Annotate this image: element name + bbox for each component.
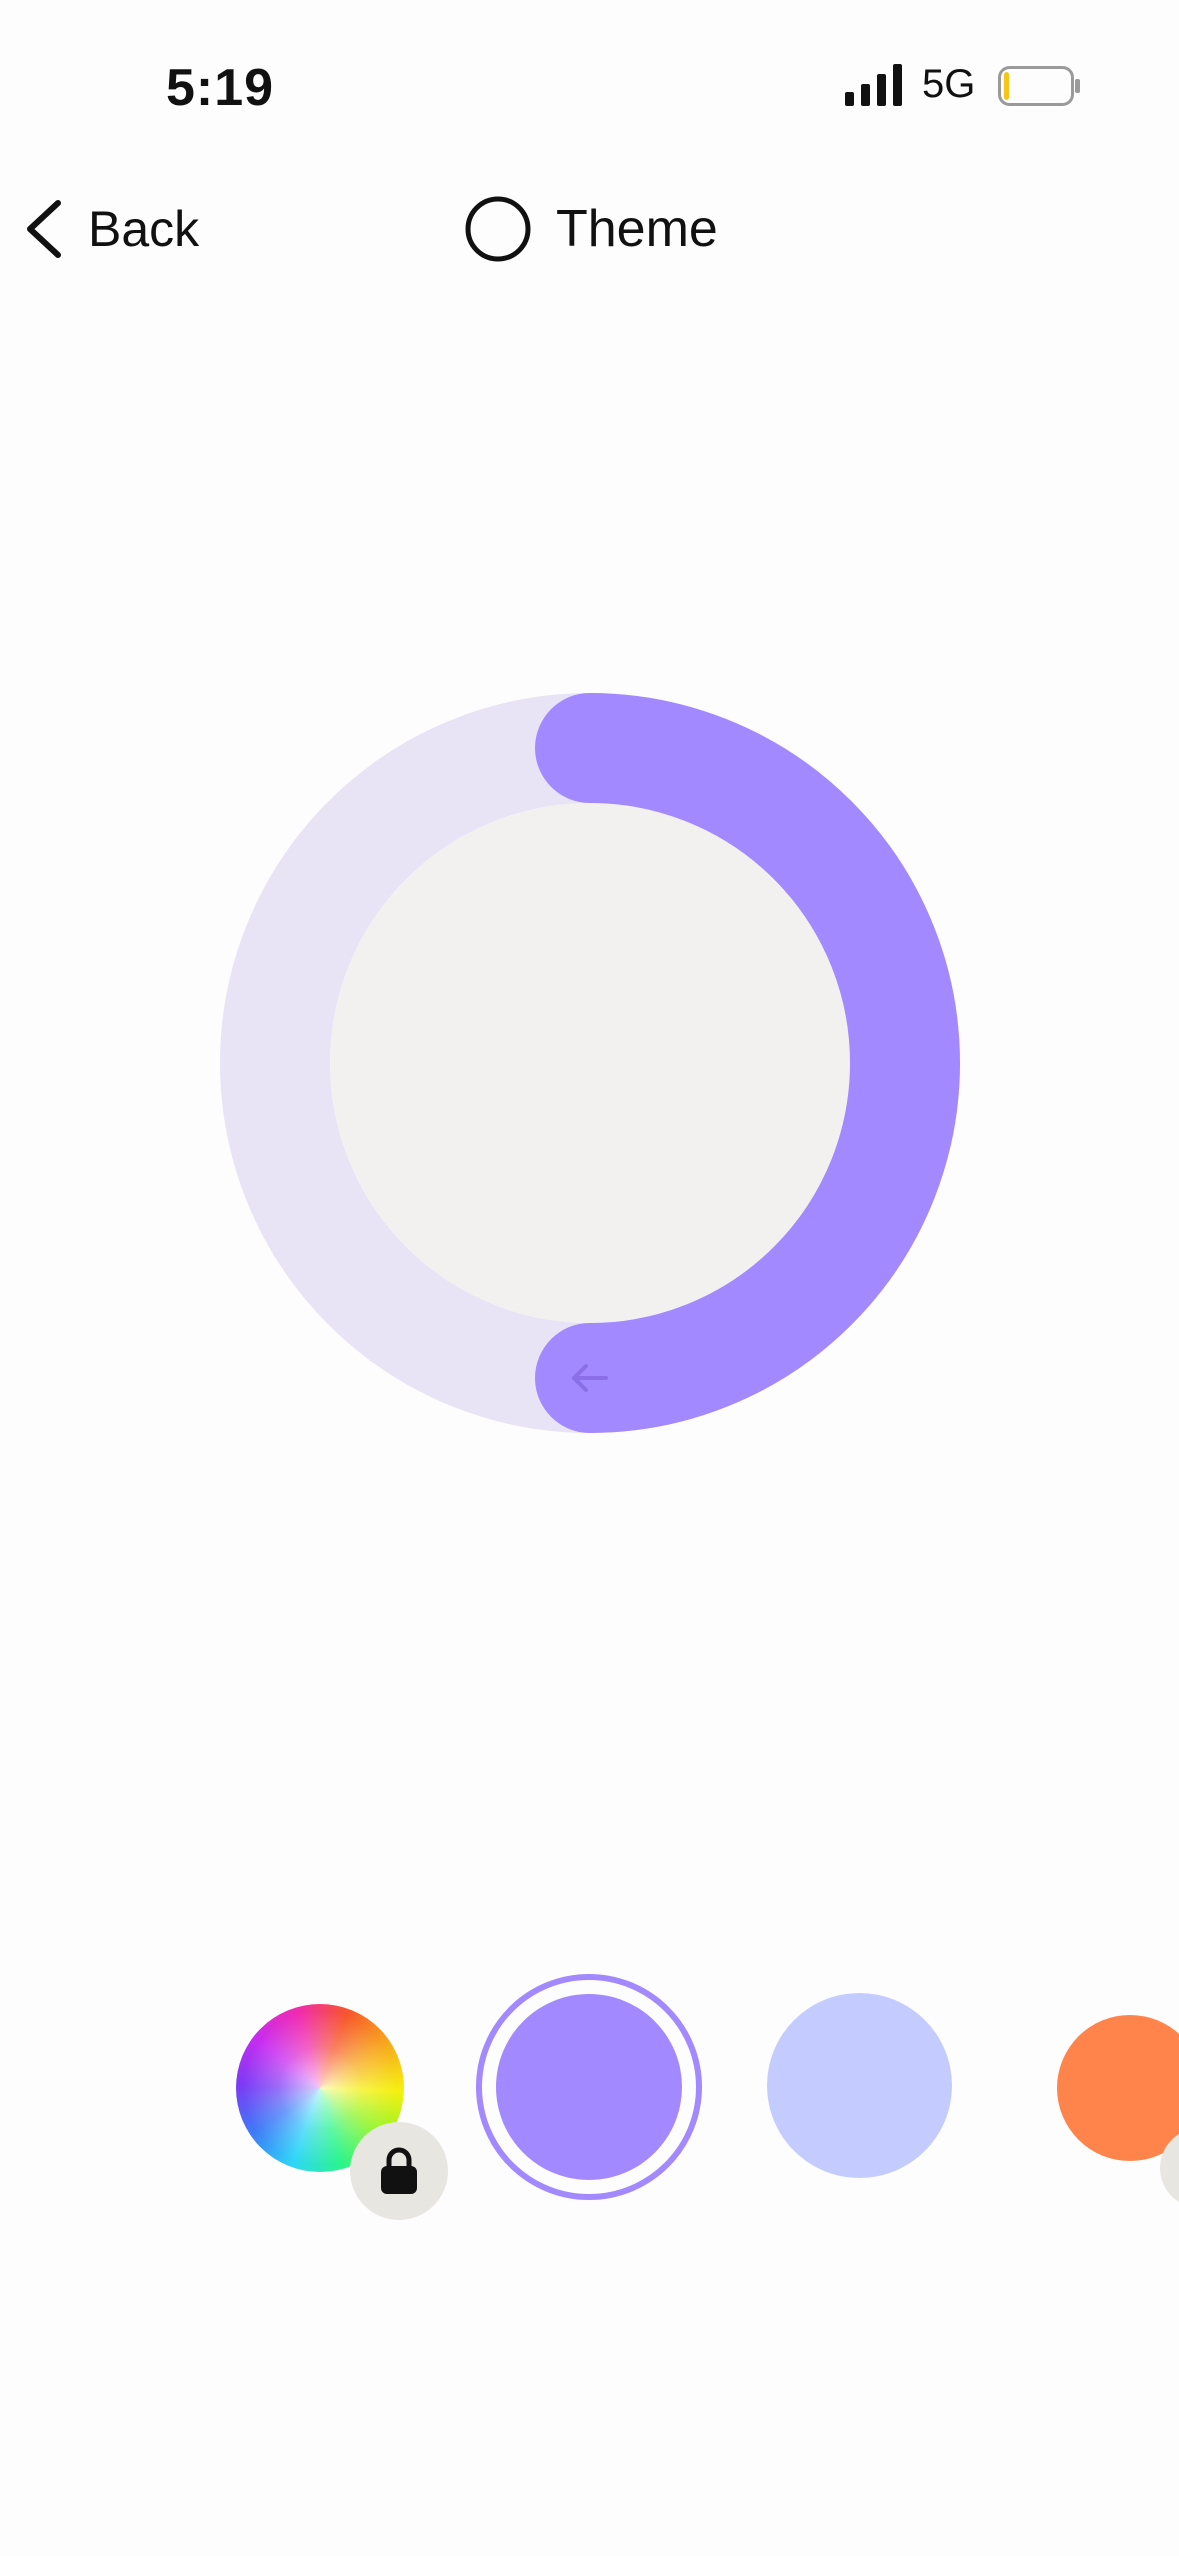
swatch-periwinkle[interactable] [767, 1993, 952, 2178]
lock-icon [381, 2147, 417, 2194]
back-button[interactable]: Back [22, 194, 199, 264]
status-bar: 5:19 5G [0, 0, 1179, 170]
navigation-bar: Back Theme [0, 170, 1179, 290]
page-title-label: Theme [556, 200, 718, 258]
back-label: Back [88, 201, 200, 257]
theme-dial[interactable] [220, 693, 960, 1433]
swatch-purple[interactable] [496, 1994, 682, 2180]
dial-center [330, 803, 850, 1323]
color-swatch-picker [0, 1960, 1179, 2250]
battery-icon [998, 66, 1080, 106]
page-title: Theme [462, 192, 718, 266]
status-time: 5:19 [166, 59, 275, 117]
lock-badge [350, 2122, 448, 2220]
swatch-orange[interactable] [1057, 2015, 1179, 2161]
network-type: 5G [922, 62, 976, 106]
cellular-signal-icon [845, 64, 902, 106]
theme-screen: 5:19 5G Back Theme [0, 0, 1179, 2556]
circle-outline-icon [465, 196, 531, 262]
chevron-left-icon [27, 200, 61, 258]
swatch-selected-ring [476, 1974, 702, 2200]
